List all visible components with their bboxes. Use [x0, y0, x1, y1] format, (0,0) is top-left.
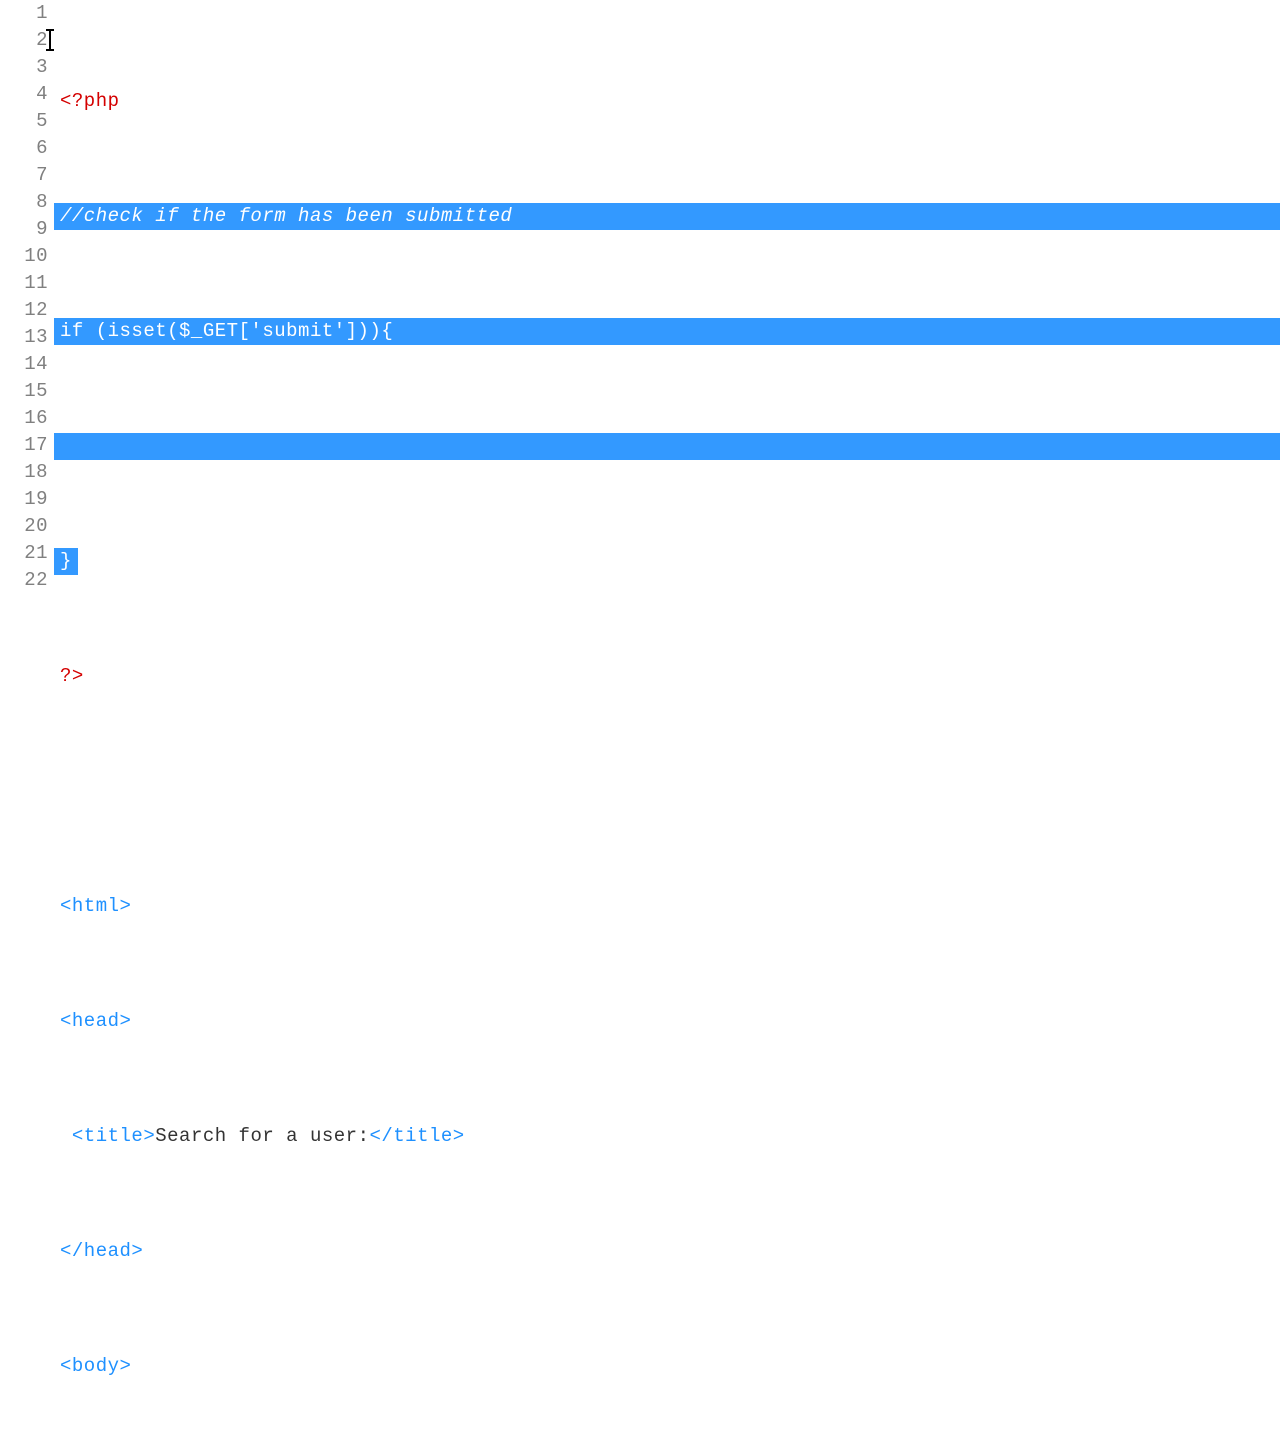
line-number: 19	[0, 486, 48, 513]
code-line-selected[interactable]	[54, 433, 1280, 460]
line-number: 16	[0, 405, 48, 432]
line-number: 15	[0, 378, 48, 405]
code-line[interactable]: <?php	[54, 88, 1280, 115]
code-line[interactable]: <html>	[54, 893, 1280, 920]
line-number: 10	[0, 243, 48, 270]
code-line-selected[interactable]: if (isset($_GET['submit'])){	[54, 318, 1280, 345]
line-number: 14	[0, 351, 48, 378]
line-number: 11	[0, 270, 48, 297]
code-line[interactable]: ?>	[54, 663, 1280, 690]
php-open-tag: <?php	[60, 90, 120, 112]
line-number: 12	[0, 297, 48, 324]
html-tag: <html>	[60, 895, 131, 917]
code-line[interactable]: <head>	[54, 1008, 1280, 1035]
code-line[interactable]: <title>Search for a user:</title>	[54, 1123, 1280, 1150]
code-area[interactable]: <?php //check if the form has been submi…	[54, 0, 1280, 720]
head-close-tag: </head>	[60, 1240, 143, 1262]
line-number: 5	[0, 108, 48, 135]
line-number: 22	[0, 567, 48, 594]
line-number: 20	[0, 513, 48, 540]
php-statement: if (isset($_GET['submit'])){	[60, 320, 393, 342]
line-number: 2	[0, 27, 48, 54]
php-brace: }	[54, 548, 78, 575]
body-tag: <body>	[60, 1355, 131, 1377]
line-number: 4	[0, 81, 48, 108]
line-number: 8	[0, 189, 48, 216]
text-cursor-icon	[49, 30, 51, 50]
title-text: Search for a user:	[155, 1125, 369, 1147]
line-number: 3	[0, 54, 48, 81]
code-line[interactable]	[54, 778, 1280, 805]
php-close-tag: ?>	[60, 665, 84, 687]
code-line-selected-partial[interactable]: }	[54, 548, 1280, 575]
title-tag-close: </title>	[369, 1125, 464, 1147]
line-number: 7	[0, 162, 48, 189]
code-line[interactable]: </head>	[54, 1238, 1280, 1265]
line-number: 6	[0, 135, 48, 162]
head-tag: <head>	[60, 1010, 131, 1032]
title-tag-open: <title>	[72, 1125, 155, 1147]
code-editor[interactable]: 1 2 3 4 5 6 7 8 9 10 11 12 13 14 15 16 1…	[0, 0, 1280, 720]
line-number: 9	[0, 216, 48, 243]
line-number: 13	[0, 324, 48, 351]
line-number: 21	[0, 540, 48, 567]
line-number: 18	[0, 459, 48, 486]
code-line-selected[interactable]: //check if the form has been submitted	[54, 203, 1280, 230]
line-number: 17	[0, 432, 48, 459]
code-line[interactable]: <body>	[54, 1353, 1280, 1380]
line-number: 1	[0, 0, 48, 27]
php-comment: //check if the form has been submitted	[60, 205, 512, 227]
line-number-gutter: 1 2 3 4 5 6 7 8 9 10 11 12 13 14 15 16 1…	[0, 0, 54, 720]
